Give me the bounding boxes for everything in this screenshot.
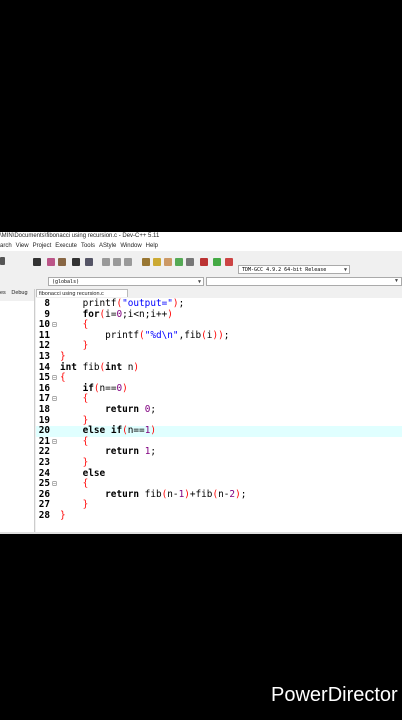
menu-item[interactable]: arch [0, 243, 12, 249]
code-editor[interactable]: 8 printf("output="); 9 for(i=0;i<n;i++) 10… [36, 298, 402, 534]
close-icon[interactable] [225, 258, 233, 266]
project-panel: es Debug [0, 289, 35, 534]
menu-bar: arch View Project Execute Tools AStyle Window H… [0, 241, 402, 251]
rebuild-icon[interactable] [175, 258, 183, 266]
code-line[interactable]: 22 return 1; [36, 447, 402, 458]
menu-item[interactable]: AStyle [99, 243, 116, 249]
find-icon[interactable] [47, 258, 55, 266]
code-line[interactable]: 11 printf("%d\n",fib(i)); [36, 330, 402, 342]
ide-window: \MIN\Documents\fibonacci using recursion… [0, 232, 402, 534]
code-line[interactable]: 28} [36, 510, 402, 522]
panel-tabs: es Debug [0, 289, 34, 298]
tab-classes[interactable]: es [0, 290, 6, 296]
menu-item[interactable]: Project [33, 243, 52, 249]
compiler-select-value: TDM-GCC 4.9.2 64-bit Release [242, 267, 327, 273]
compiler-select[interactable]: TDM-GCC 4.9.2 64-bit Release ▼ [238, 265, 350, 274]
code-line[interactable]: 24 else [36, 468, 402, 480]
code-line[interactable]: 12 } [36, 341, 402, 352]
code-line[interactable]: 26 return fib(n-1)+fib(n-2); [36, 489, 402, 501]
line-number: 8 [44, 298, 50, 309]
panel-body [0, 301, 34, 534]
code-text: int fib(int n) [60, 361, 140, 373]
fold-marker-icon[interactable]: ⊟ [52, 373, 60, 384]
code-line[interactable]: 14 int fib(int n) [36, 361, 402, 374]
code-text: return 0; [105, 404, 156, 415]
scope-select-value: (globals) [52, 279, 80, 285]
line-number: 18 [38, 404, 50, 415]
stop-icon[interactable] [200, 258, 208, 266]
print-icon[interactable] [33, 258, 41, 266]
menu-item[interactable]: Execute [55, 243, 77, 249]
fold-marker-icon[interactable]: ⊟ [52, 394, 60, 405]
code-line[interactable]: 9 for(i=0;i<n;i++) [36, 309, 402, 321]
chevron-down-icon: ▼ [343, 267, 347, 273]
code-line[interactable]: 27 } [36, 500, 402, 511]
line-number: 23 [38, 457, 50, 468]
code-line[interactable]: 13} [36, 351, 402, 363]
code-text: } [60, 510, 66, 521]
replace-icon[interactable] [58, 258, 66, 266]
watermark-text: PowerDirector [271, 684, 398, 706]
goto-icon[interactable] [72, 258, 80, 266]
editor-file-tab[interactable]: fibonacci using recursion.c [36, 289, 128, 297]
menu-item[interactable]: Help [146, 243, 158, 249]
toggle-icon[interactable] [85, 258, 93, 266]
tab-debug[interactable]: Debug [11, 290, 27, 296]
menu-item[interactable]: Tools [81, 243, 95, 249]
status-bar [0, 532, 402, 534]
fold-marker-icon[interactable]: ⊟ [52, 437, 60, 448]
line-number: 28 [38, 510, 50, 521]
step-icon[interactable] [124, 258, 132, 266]
profile-icon[interactable] [213, 258, 221, 266]
scope-select[interactable]: (globals) ▼ [48, 277, 204, 286]
undo-icon[interactable] [0, 257, 5, 265]
back-icon[interactable] [102, 258, 110, 266]
forward-icon[interactable] [113, 258, 121, 266]
function-select[interactable]: ▼ [206, 277, 402, 286]
compile-icon[interactable] [142, 258, 150, 266]
menu-item[interactable]: Window [120, 243, 141, 249]
menu-item[interactable]: View [16, 243, 29, 249]
fold-marker-icon[interactable]: ⊟ [52, 479, 60, 490]
code-line[interactable]: 18 return 0; [36, 404, 402, 416]
fold-marker-icon[interactable]: ⊟ [52, 320, 60, 331]
chevron-down-icon: ▼ [394, 278, 399, 284]
debug-icon[interactable] [186, 258, 194, 266]
window-title: \MIN\Documents\fibonacci using recursion… [0, 232, 402, 241]
code-line[interactable]: 20 else if(n==1) [36, 425, 402, 437]
chevron-down-icon: ▼ [197, 279, 201, 285]
run-icon[interactable] [153, 258, 161, 266]
code-line[interactable]: 16 if(n==0) [36, 383, 402, 395]
compile-run-icon[interactable] [164, 258, 172, 266]
line-number: 13 [38, 351, 50, 362]
